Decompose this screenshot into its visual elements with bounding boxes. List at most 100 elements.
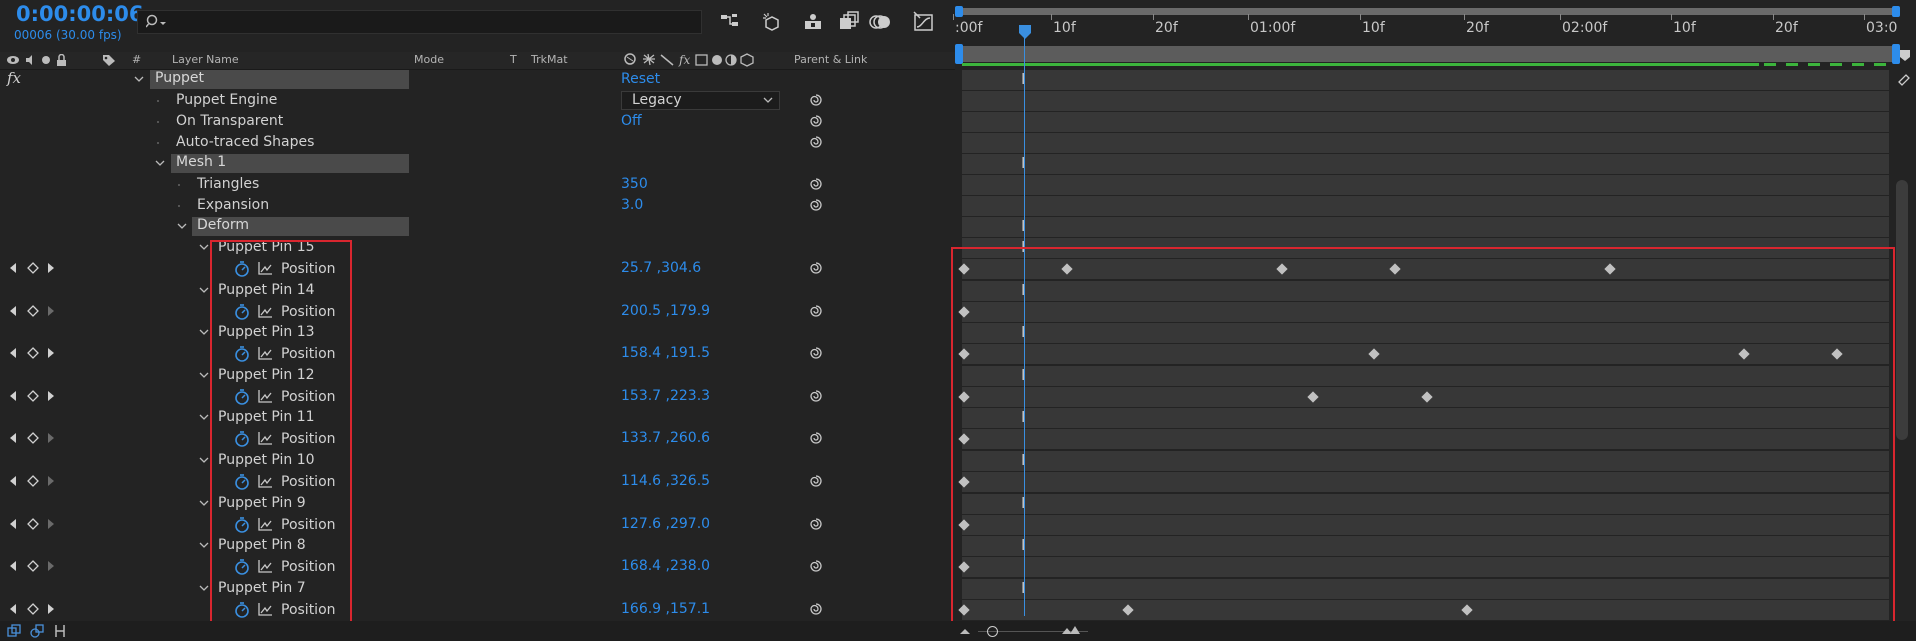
keyframe-navigator[interactable] — [8, 560, 58, 573]
chevron-down-icon[interactable] — [199, 542, 209, 549]
pick-whip-icon[interactable] — [807, 302, 825, 324]
pin-row[interactable]: Puppet Pin 12 — [0, 365, 955, 386]
pin-position-value[interactable]: 153.7 ,223.3 — [621, 388, 710, 404]
timeline-track[interactable] — [962, 112, 1889, 132]
layer-name-column-header[interactable]: Layer Name — [172, 53, 239, 66]
pick-whip-icon[interactable] — [807, 259, 825, 281]
pin-row[interactable]: Puppet Pin 8 — [0, 535, 955, 556]
work-area-bar[interactable] — [957, 46, 1894, 62]
pin-row[interactable]: Puppet Pin 9 — [0, 493, 955, 514]
comp-marker-bin-icon[interactable] — [1898, 48, 1912, 62]
pick-whip-icon[interactable] — [807, 429, 825, 451]
pin-position-value[interactable]: 127.6 ,297.0 — [621, 516, 710, 532]
time-ruler[interactable]: :00f 10f 20f 01:00f 10f 20f 02:00f 10f 20f 03:0 — [953, 14, 1900, 42]
current-time-display[interactable]: 0:00:00:06 — [16, 2, 143, 26]
pin-row[interactable]: Puppet Pin 11 — [0, 407, 955, 428]
in-out-toggle-icon[interactable] — [53, 624, 67, 638]
current-time-indicator-head[interactable] — [1018, 24, 1032, 40]
timeline-track[interactable] — [962, 70, 1889, 90]
chevron-down-icon[interactable] — [155, 160, 165, 167]
timeline-track[interactable] — [962, 154, 1889, 174]
pick-whip-icon[interactable] — [807, 91, 825, 109]
group-row-deform[interactable]: Deform — [0, 216, 955, 237]
effect-name[interactable]: Puppet — [150, 70, 409, 89]
pick-whip-icon[interactable] — [807, 196, 825, 214]
pin-row[interactable]: Puppet Pin 14 — [0, 280, 955, 301]
pin-position-value[interactable]: 114.6 ,326.5 — [621, 473, 710, 489]
reset-link[interactable]: Reset — [621, 71, 660, 87]
pin-position-value[interactable]: 25.7 ,304.6 — [621, 260, 701, 276]
pick-whip-icon[interactable] — [807, 175, 825, 193]
chevron-down-icon[interactable] — [199, 372, 209, 379]
pick-whip-icon[interactable] — [807, 112, 825, 130]
timeline-track[interactable] — [962, 196, 1889, 216]
keyframe-navigator[interactable] — [8, 262, 58, 274]
work-area-start-handle[interactable] — [955, 44, 963, 64]
pin-row[interactable]: Puppet Pin 7 — [0, 578, 955, 599]
chevron-down-icon[interactable] — [177, 223, 187, 230]
chevron-down-icon[interactable] — [199, 500, 209, 507]
triangles-value[interactable]: 350 — [621, 176, 648, 192]
pin-position-value[interactable]: 158.4 ,191.5 — [621, 345, 710, 361]
pin-position-value[interactable]: 166.9 ,157.1 — [621, 601, 710, 617]
pick-whip-icon[interactable] — [807, 472, 825, 494]
keyframe-navigator[interactable] — [8, 304, 58, 317]
zoom-out-icon[interactable] — [958, 626, 972, 636]
pin-position-value[interactable]: 133.7 ,260.6 — [621, 430, 710, 446]
trkmat-column-header[interactable]: TrkMat — [531, 53, 568, 66]
zoom-in-icon[interactable] — [1061, 624, 1081, 636]
keyframe-navigator[interactable] — [8, 432, 58, 445]
graph-editor-icon[interactable] — [912, 10, 936, 34]
pick-whip-icon[interactable] — [807, 515, 825, 537]
pin-row[interactable]: Puppet Pin 10 — [0, 450, 955, 471]
vertical-scrollbar[interactable] — [1896, 180, 1908, 440]
pin-position-row: Position 25.7 ,304.6 — [0, 258, 955, 279]
puppet-engine-dropdown[interactable]: Legacy — [621, 91, 780, 110]
chevron-down-icon[interactable] — [134, 76, 144, 83]
layer-switches-toggle-icon[interactable] — [7, 624, 21, 638]
render-cache-partial — [1764, 63, 1889, 66]
pick-whip-icon[interactable] — [807, 557, 825, 579]
keyframe-navigator[interactable] — [8, 602, 58, 615]
zoom-slider-handle[interactable] — [987, 626, 998, 637]
pick-whip-icon[interactable] — [807, 344, 825, 366]
pick-whip-icon[interactable] — [807, 387, 825, 409]
motion-blur-icon[interactable] — [869, 10, 893, 34]
chevron-down-icon[interactable] — [199, 287, 209, 294]
group-row-mesh[interactable]: Mesh 1 — [0, 153, 955, 174]
draft-3d-icon[interactable] — [760, 10, 784, 34]
chevron-down-icon[interactable] — [199, 329, 209, 336]
timeline-track[interactable] — [962, 91, 1889, 111]
parent-link-column-header[interactable]: Parent & Link — [794, 53, 867, 66]
timeline-track[interactable] — [962, 133, 1889, 153]
pick-whip-icon[interactable] — [807, 133, 825, 151]
pin-position-value[interactable]: 168.4 ,238.0 — [621, 558, 710, 574]
composition-mini-flowchart-icon[interactable] — [718, 10, 742, 34]
keyframe-navigator[interactable] — [8, 475, 58, 487]
keyframe-navigator[interactable] — [8, 517, 58, 530]
timeline-track[interactable] — [962, 175, 1889, 195]
chevron-down-icon[interactable] — [199, 244, 209, 251]
mesh-group-name[interactable]: Mesh 1 — [171, 154, 409, 173]
effect-row-puppet[interactable]: fx Puppet Reset — [0, 69, 955, 90]
expansion-value[interactable]: 3.0 — [621, 197, 643, 213]
pin-row[interactable]: Puppet Pin 15 — [0, 237, 955, 258]
keyframe-navigator[interactable] — [8, 347, 58, 360]
mode-column-header[interactable]: Mode — [414, 53, 444, 66]
search-input[interactable] — [137, 10, 702, 34]
chevron-down-icon[interactable] — [199, 457, 209, 464]
chevron-down-icon[interactable] — [199, 585, 209, 592]
pin-position-value[interactable]: 200.5 ,179.9 — [621, 303, 710, 319]
pick-whip-icon[interactable] — [807, 600, 825, 622]
comp-button-icon[interactable] — [1896, 72, 1912, 86]
on-transparent-value[interactable]: Off — [621, 113, 642, 129]
keyframe-navigator[interactable] — [8, 389, 58, 402]
shy-layers-icon[interactable] — [801, 10, 825, 34]
timeline-track[interactable] — [962, 217, 1889, 237]
chevron-down-icon[interactable] — [199, 414, 209, 421]
deform-group-name[interactable]: Deform — [192, 217, 409, 236]
pin-row[interactable]: Puppet Pin 13 — [0, 322, 955, 343]
fx-icon[interactable]: fx — [7, 69, 21, 87]
frame-blending-icon[interactable] — [837, 10, 861, 34]
transfer-controls-toggle-icon[interactable] — [30, 624, 44, 638]
